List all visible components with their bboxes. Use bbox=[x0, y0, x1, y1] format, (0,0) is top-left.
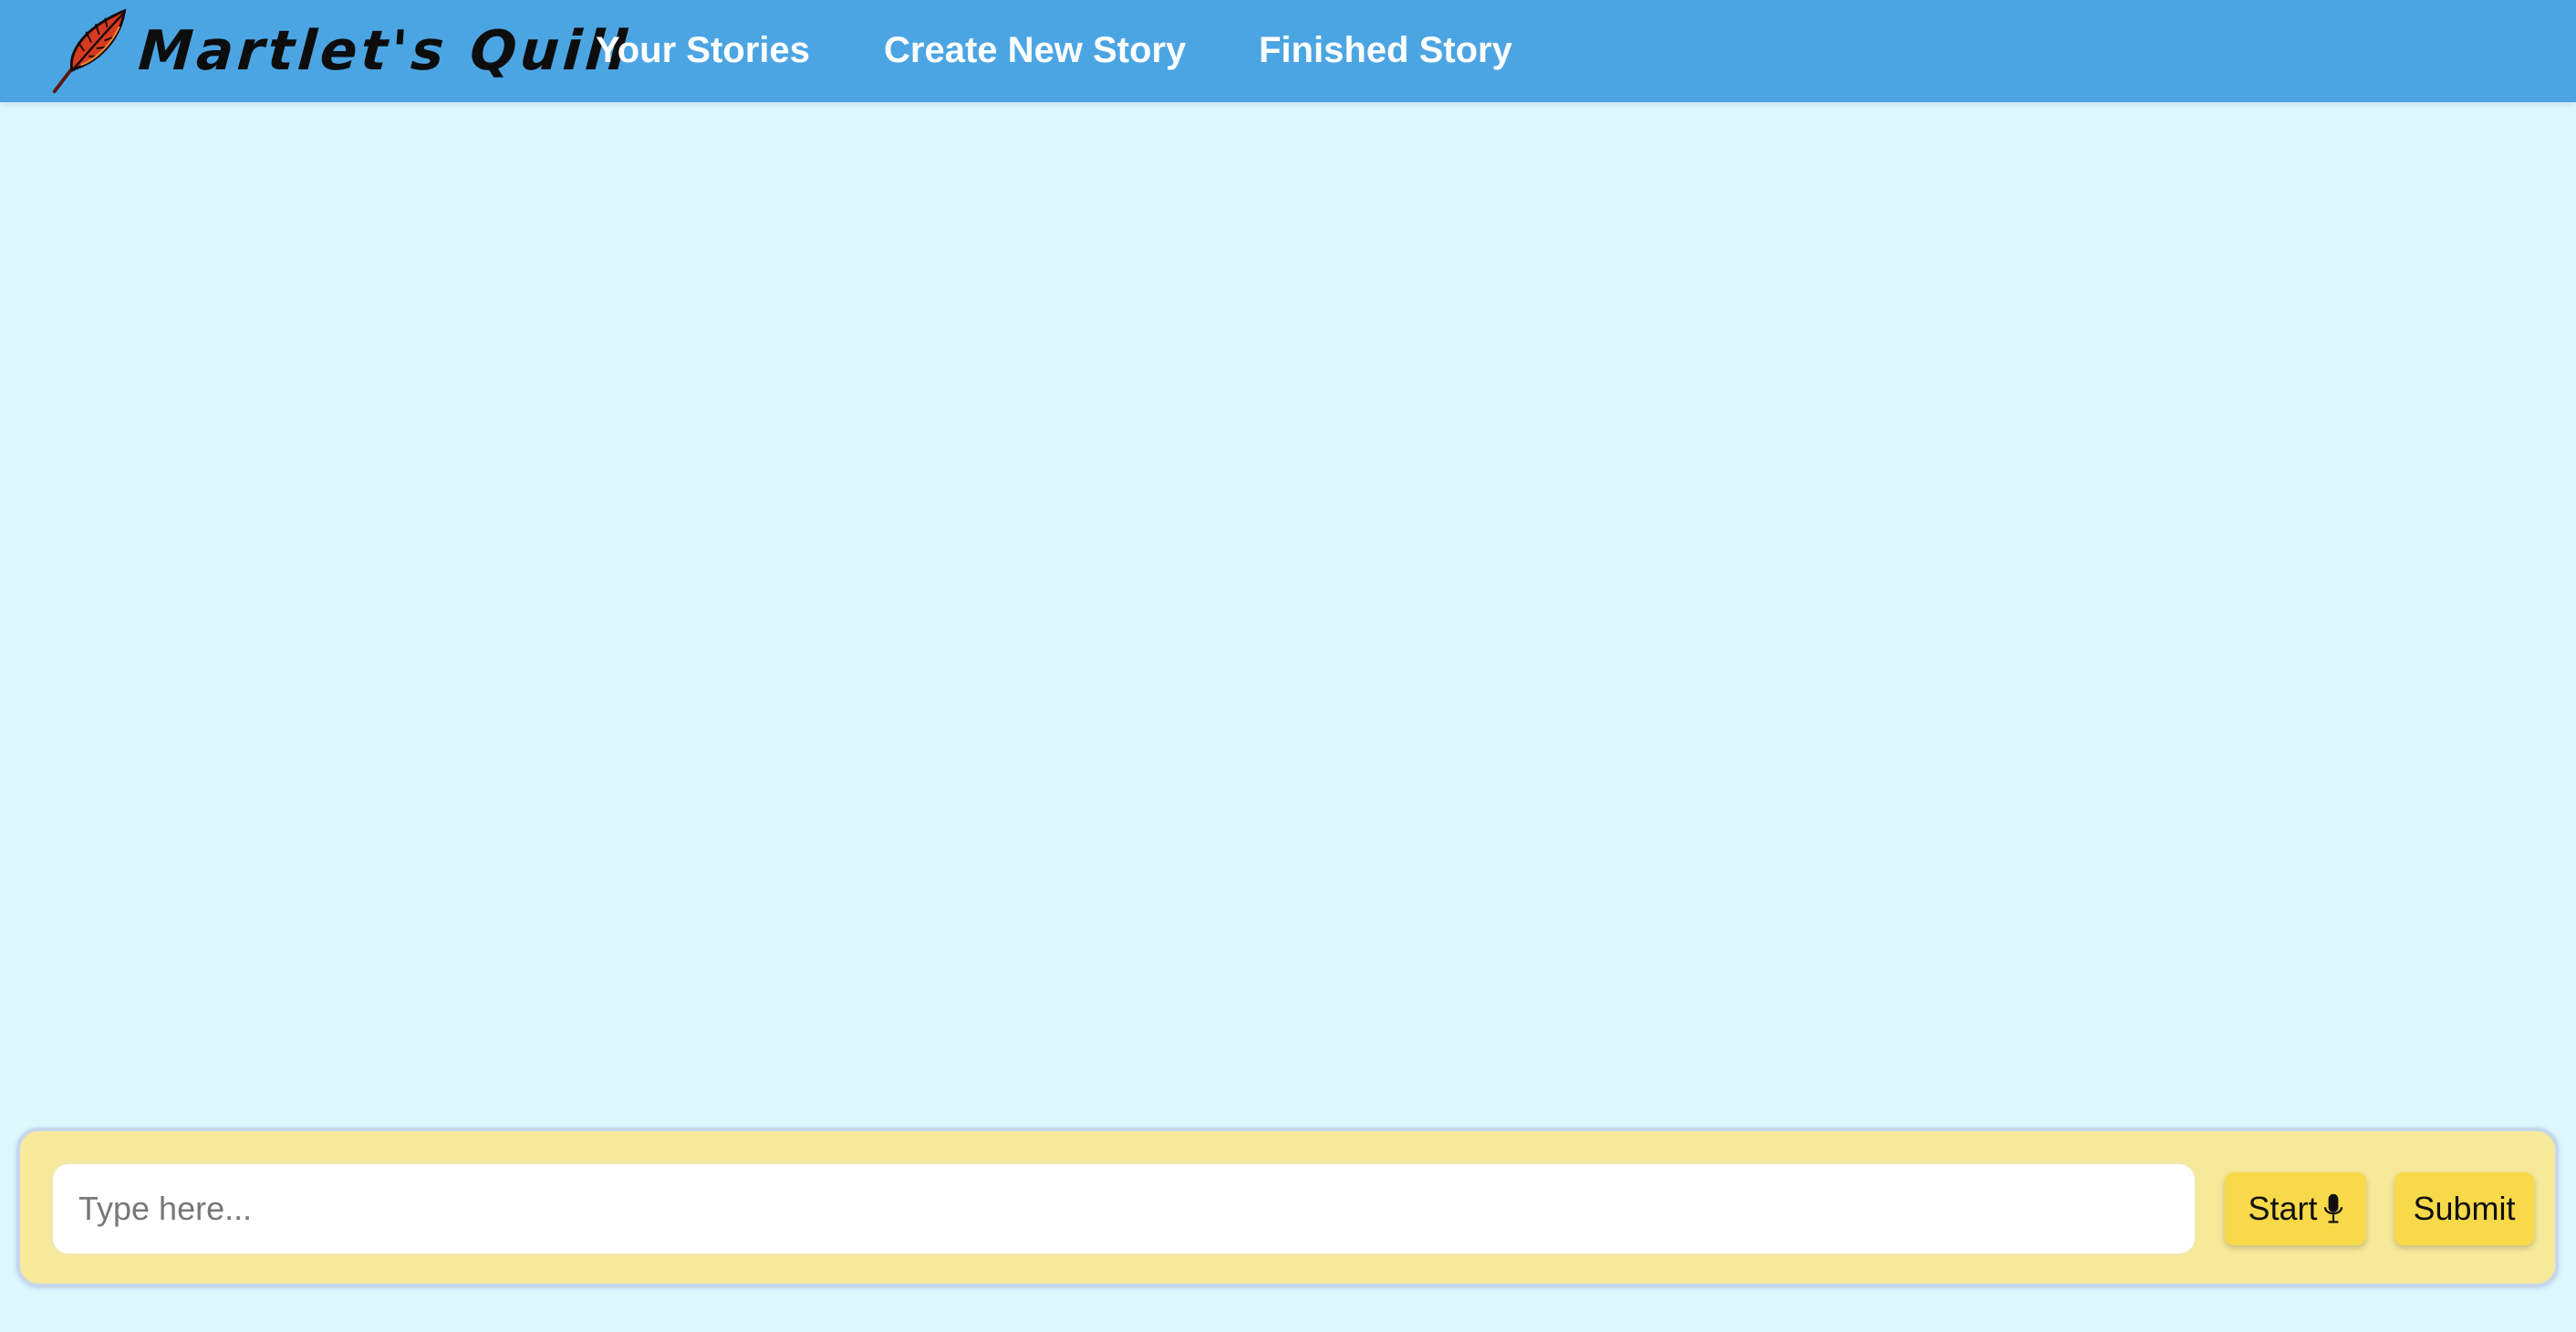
composer-panel: Start Submit bbox=[16, 1128, 2559, 1287]
start-button-label: Start bbox=[2248, 1190, 2318, 1227]
story-text-input[interactable] bbox=[50, 1161, 2197, 1256]
submit-button-label: Submit bbox=[2413, 1190, 2516, 1227]
nav-link-create-new-story[interactable]: Create New Story bbox=[884, 0, 1186, 100]
nav-link-your-stories[interactable]: Your Stories bbox=[596, 0, 810, 100]
top-navbar: Martlet's Quill Your Stories Create New … bbox=[0, 0, 2576, 102]
quill-feather-icon bbox=[52, 8, 127, 94]
app-title: Martlet's Quill bbox=[136, 19, 633, 83]
microphone-icon bbox=[2323, 1193, 2342, 1223]
nav-link-finished-story[interactable]: Finished Story bbox=[1259, 0, 1512, 100]
brand[interactable]: Martlet's Quill bbox=[49, 7, 633, 95]
submit-button[interactable]: Submit bbox=[2394, 1172, 2534, 1245]
start-voice-button[interactable]: Start bbox=[2225, 1172, 2366, 1245]
